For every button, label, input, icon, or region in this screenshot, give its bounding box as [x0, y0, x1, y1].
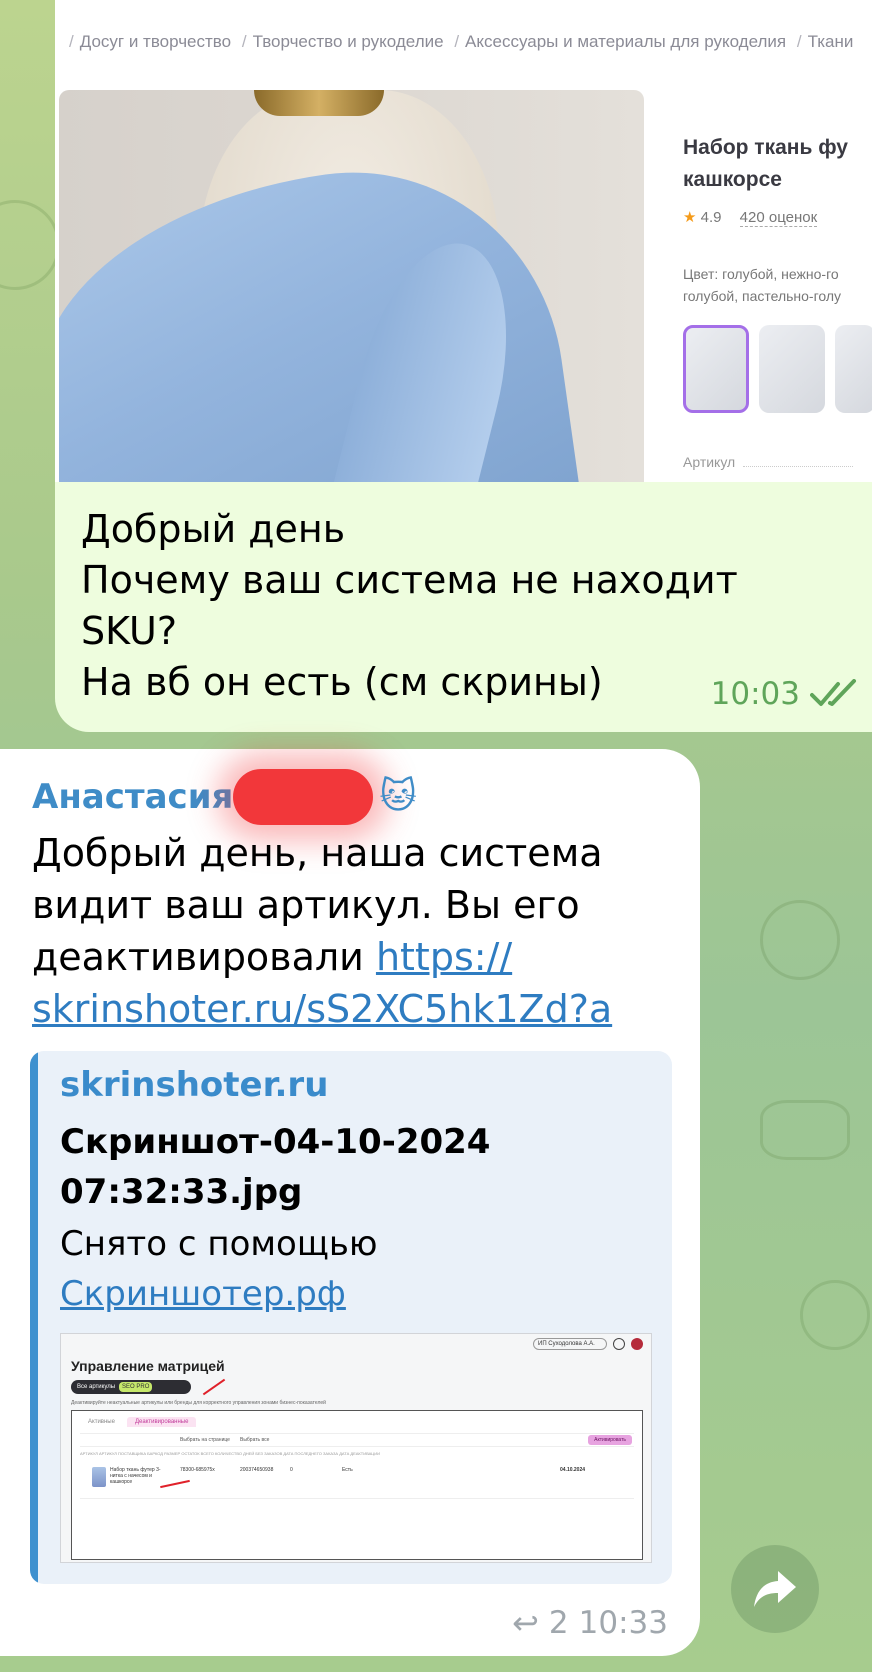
red-arrow-annotation [202, 1378, 226, 1396]
message-meta: ↩ 2 10:33 [512, 1604, 668, 1642]
product-color: Цвет: голубой, нежно-го голубой, пастель… [683, 263, 872, 307]
forward-button[interactable] [731, 1545, 819, 1633]
mini-tab-deactivated: Деактивированные [126, 1417, 197, 1427]
mini-toolbar: Выбрать на странице Выбрать все Активиро… [80, 1433, 634, 1447]
mini-page-title: Управление матрицей [71, 1358, 225, 1374]
link-part: https:// [375, 935, 513, 979]
breadcrumb-item: Аксессуары и материалы для рукоделия [465, 32, 787, 51]
reply-count[interactable]: 2 [549, 1605, 569, 1641]
thumbnail [835, 325, 872, 413]
product-title-line: Набор ткань фу [683, 136, 848, 159]
mini-cell: Есть [342, 1467, 353, 1473]
mini-table-header: АРТИКУЛ АРТИКУЛ ПОСТАВЩИКА БАРКОД РАЗМЕР… [80, 1451, 380, 1456]
product-title: Набор ткань фу кашкорсе [683, 132, 872, 196]
mini-product-thumb [92, 1467, 106, 1487]
message-line: Почему ваш система не находит [81, 558, 738, 602]
mini-cell: 78300-685975x [180, 1467, 215, 1473]
breadcrumb-item: Творчество и рукоделие [252, 32, 444, 51]
cat-emoji-icon: 🐱 [379, 776, 417, 817]
color-line: Цвет: голубой, нежно-го [683, 266, 839, 282]
message-time: 10:33 [578, 1605, 668, 1641]
breadcrumb-item: Досуг и творчество [79, 32, 232, 51]
background-pattern [760, 1100, 850, 1160]
reply-arrow-icon[interactable]: ↩ [512, 1604, 539, 1642]
mini-toolbar-item: Выбрать на странице [180, 1437, 230, 1443]
mini-cell: 0 [290, 1467, 293, 1473]
preview-desc-link[interactable]: Скриншотер.рф [60, 1274, 346, 1314]
message-line: SKU? [81, 609, 178, 653]
double-check-icon [810, 679, 858, 709]
sender-name-text: Анастасия [32, 777, 234, 817]
attached-screenshot[interactable]: / Досуг и творчество / Творчество и рукоде… [55, 0, 872, 482]
mini-tabs: Активные Деактивированные [80, 1417, 197, 1427]
account-select: ИП Суходолова А.А. [533, 1338, 607, 1350]
mini-cell: 200374650938 [240, 1467, 274, 1473]
preview-description: Снято с помощью Скриншотер.рф [60, 1219, 620, 1319]
breadcrumb: / Досуг и творчество / Творчество и рукоде… [69, 32, 854, 51]
preview-title-line: Скриншот-04-10-2024 [60, 1122, 491, 1162]
thumbnail [759, 325, 825, 413]
preview-title-line: 07:32:33.jpg [60, 1172, 303, 1212]
mini-filter-pill: Все артикулы SEO PRO [71, 1380, 191, 1394]
incoming-message[interactable]: Анастасия 🐱 Добрый день, наша система ви… [0, 749, 700, 1656]
forward-arrow-icon [754, 1571, 796, 1607]
sender-name[interactable]: Анастасия 🐱 [32, 769, 417, 825]
mini-cell: Набор ткань футер 3-нитка с начесом и ка… [110, 1467, 161, 1485]
preview-accent-bar [30, 1051, 38, 1584]
link-part: skrinshoter.ru/sS2XC5hk1Zd?a [32, 987, 613, 1031]
settings-icon [613, 1338, 625, 1350]
thumbnail-selected [683, 325, 749, 413]
article-label: Артикул [683, 454, 854, 470]
color-line: голубой, пастельно-голу [683, 288, 842, 304]
preview-title: Скриншот-04-10-2024 07:32:33.jpg [60, 1117, 620, 1217]
reviews-count: 420 оценок [739, 209, 818, 227]
mini-table-panel: Активные Деактивированные Выбрать на стр… [71, 1410, 643, 1560]
preview-desc-text: Снято с помощью [60, 1224, 378, 1264]
message-meta: 10:03 [711, 676, 858, 712]
mini-activate-button: Активировать [588, 1435, 632, 1445]
mini-table-row: Набор ткань футер 3-нитка с начесом и ка… [80, 1465, 634, 1499]
mini-toolbar-item: Выбрать все [240, 1437, 270, 1443]
outgoing-message[interactable]: / Досуг и творчество / Творчество и рукоде… [55, 0, 872, 732]
breadcrumb-item: Ткани [807, 32, 854, 51]
background-pattern [760, 900, 840, 980]
preview-site-name: skrinshoter.ru [60, 1065, 329, 1105]
mannequin-ring [254, 90, 384, 116]
background-pattern [800, 1280, 870, 1350]
star-icon: ★ [683, 209, 697, 226]
mini-cell: 04.10.2024 [560, 1467, 586, 1473]
product-rating: ★ 4.9 420 оценок [683, 208, 818, 227]
mini-topbar: ИП Суходолова А.А. [533, 1338, 643, 1350]
rating-value: 4.9 [700, 209, 722, 226]
mini-pill-badge: SEO PRO [119, 1382, 153, 1392]
mini-pill-label: Все артикулы [77, 1384, 116, 1390]
avatar [631, 1338, 643, 1350]
incoming-message-text: Добрый день, наша система видит ваш арти… [32, 827, 682, 1035]
product-title-line: кашкорсе [683, 168, 782, 191]
message-line: Добрый день [81, 507, 346, 551]
link-preview[interactable]: skrinshoter.ru Скриншот-04-10-2024 07:32… [30, 1051, 672, 1584]
message-body: Добрый день, наша система видит ваш арти… [32, 831, 603, 979]
redaction-mark [233, 769, 374, 825]
mini-hint-text: Деактивируйте неактуальные артикулы или … [71, 1400, 326, 1406]
product-photo [59, 90, 644, 482]
background-pattern [0, 200, 60, 290]
message-time: 10:03 [710, 676, 800, 712]
preview-image[interactable]: ИП Суходолова А.А. Управление матрицей В… [60, 1333, 652, 1563]
mini-tab-active: Активные [88, 1419, 115, 1425]
